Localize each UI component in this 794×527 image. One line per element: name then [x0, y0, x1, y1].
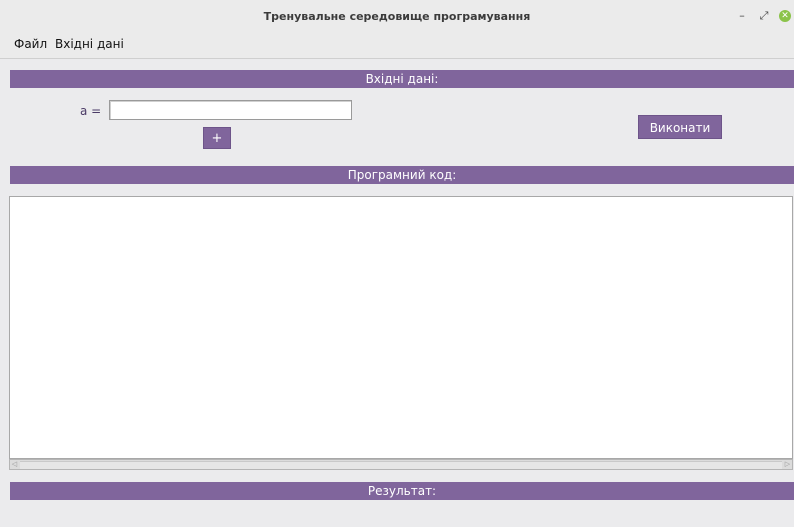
input-section-header: Вхідні дані:	[10, 70, 794, 88]
add-variable-button[interactable]: +	[203, 127, 231, 149]
horizontal-scrollbar[interactable]: ◁ ▷	[9, 459, 793, 470]
scrollbar-thumb[interactable]	[20, 461, 782, 469]
menu-file[interactable]: Файл	[14, 37, 47, 51]
maximize-icon[interactable]: ⤢	[757, 9, 771, 23]
run-button[interactable]: Виконати	[638, 115, 722, 139]
title-bar[interactable]: Тренувальне середовище програмування – ⤢…	[0, 0, 794, 34]
menu-bar: Файл Вхідні дані	[0, 34, 794, 59]
code-section-title: Програмний код:	[347, 168, 457, 182]
result-output	[0, 500, 794, 527]
minimize-icon[interactable]: –	[735, 9, 749, 23]
result-section-header: Результат:	[10, 482, 794, 500]
menu-input-data[interactable]: Вхідні дані	[55, 37, 124, 51]
window-title: Тренувальне середовище програмування	[263, 10, 531, 23]
variable-a-input[interactable]	[109, 100, 352, 120]
variable-label: a =	[80, 104, 102, 118]
code-section-header: Програмний код:	[10, 166, 794, 184]
app-window: Тренувальне середовище програмування – ⤢…	[0, 0, 794, 527]
scroll-right-icon[interactable]: ▷	[783, 460, 792, 469]
result-section-title: Результат:	[367, 484, 437, 498]
close-icon[interactable]: ✕	[779, 10, 791, 22]
input-section-title: Вхідні дані:	[365, 72, 439, 86]
code-editor[interactable]	[9, 196, 793, 459]
scroll-left-icon[interactable]: ◁	[10, 460, 19, 469]
